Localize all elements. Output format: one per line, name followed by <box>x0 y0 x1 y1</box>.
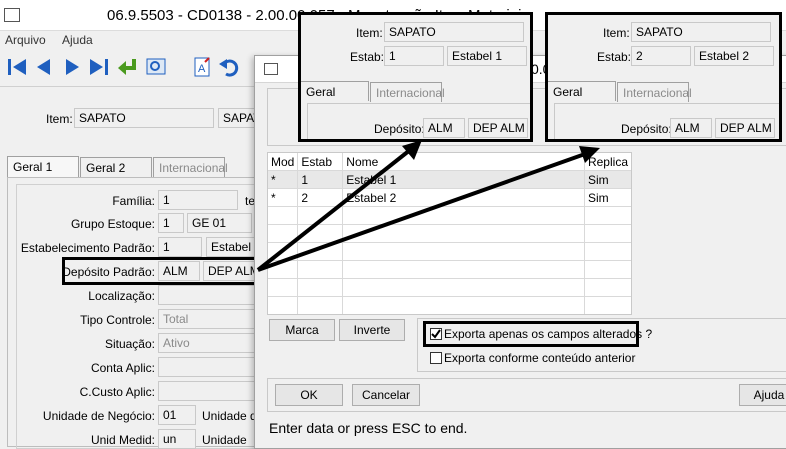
callout1-item-label: Item: <box>356 26 383 40</box>
ok-button[interactable]: OK <box>275 384 343 406</box>
button-bar-panel <box>267 378 786 412</box>
callout2-deposito-desc: DEP ALM <box>715 118 775 138</box>
grid-cell-nome: Estabel 1 <box>342 170 585 189</box>
item-value[interactable]: SAPATO <box>74 108 214 128</box>
conta-aplic-label: Conta Aplic: <box>90 361 155 375</box>
callout2-tab-geral: Geral <box>548 81 616 101</box>
callout2-estab-label: Estab: <box>597 50 632 64</box>
table-row[interactable]: * 1 Estabel 1 Sim <box>268 170 631 189</box>
callout2-estab-desc: Estabel 2 <box>694 46 774 66</box>
tab-geral-1[interactable]: Geral 1 <box>7 156 79 178</box>
grid-header-replica[interactable]: Replica <box>583 153 631 171</box>
return-icon[interactable] <box>116 56 140 78</box>
unidade-negocio-label: Unidade de Negócio: <box>42 409 155 423</box>
grid-header-mod[interactable]: Mod <box>268 153 299 171</box>
grid-cell-replica: Sim <box>583 170 631 189</box>
tipo-controle-field[interactable]: Total <box>158 309 258 329</box>
localizacao-label: Localização: <box>88 289 155 303</box>
inverte-button[interactable]: Inverte <box>339 319 405 341</box>
empty-row <box>268 278 631 297</box>
table-row[interactable]: * 2 Estabel 2 Sim <box>268 188 631 207</box>
grid-cell-estab: 1 <box>297 170 344 189</box>
empty-row <box>268 206 631 225</box>
next-record-icon[interactable] <box>62 56 82 78</box>
empty-row <box>268 224 631 243</box>
first-record-icon[interactable] <box>6 56 28 78</box>
conta-aplic-field[interactable] <box>158 357 258 377</box>
grupo-estoque-code[interactable]: 1 <box>158 213 184 233</box>
callout1-tab-internacional: Internacional <box>370 82 445 102</box>
familia-label: Família: <box>112 194 155 208</box>
callout1-deposito-label: Depósito: <box>374 122 425 136</box>
situacao-label: Situação: <box>104 337 155 351</box>
empty-row <box>268 242 631 261</box>
toolbar: A <box>0 52 260 82</box>
localizacao-field[interactable] <box>158 285 258 305</box>
export-altered-highlight-box <box>423 321 639 347</box>
situacao-field[interactable]: Ativo <box>158 333 258 353</box>
callout1-tab-geral: Geral <box>301 81 369 101</box>
empty-row <box>268 315 631 316</box>
unid-medida-field[interactable]: un <box>158 429 196 449</box>
familia-field[interactable]: 1 <box>158 190 238 210</box>
grid-header-estab[interactable]: Estab <box>297 153 344 171</box>
status-bar-text: Enter data or press ESC to end. <box>269 420 468 436</box>
ccusto-aplic-label: C.Custo Aplic: <box>79 385 155 399</box>
tipo-controle-label: Tipo Controle: <box>80 313 155 327</box>
ccusto-aplic-field[interactable] <box>158 381 258 401</box>
callout1-estab-label: Estab: <box>350 50 385 64</box>
tab-internacional[interactable]: Internacional <box>153 157 228 177</box>
undo-icon[interactable] <box>218 56 240 78</box>
item-label: Item: <box>46 112 73 126</box>
callout2-tab-internacional: Internacional <box>617 82 692 102</box>
callout2-estab-code: 2 <box>631 46 691 66</box>
callout1-estab-code: 1 <box>384 46 444 66</box>
grid-cell-mod: * <box>268 188 299 207</box>
callout1-deposito-desc: DEP ALM <box>468 118 528 138</box>
cancel-button[interactable]: Cancelar <box>352 384 420 406</box>
export-previous-label[interactable]: Exporta conforme conteúdo anterior <box>444 351 635 365</box>
svg-text:A: A <box>198 63 206 75</box>
callout2-item-value: SAPATO <box>631 22 771 42</box>
callout-estab-2: Item: SAPATO Estab: 2 Estabel 2 Geral In… <box>545 12 782 142</box>
grid-cell-nome: Estabel 2 <box>342 188 585 207</box>
grid-header-row: Mod Estab Nome Replica <box>268 153 631 171</box>
search-icon[interactable] <box>145 56 167 78</box>
marca-button[interactable]: Marca <box>269 319 335 341</box>
estab-padrao-label: Estabelecimento Padrão: <box>20 241 155 255</box>
unidade-negocio-field[interactable]: 01 <box>158 405 196 425</box>
callout2-deposito-label: Depósito: <box>621 122 672 136</box>
grupo-estoque-label: Grupo Estoque: <box>70 217 155 231</box>
grid-header-nome[interactable]: Nome <box>342 153 585 171</box>
menu-arquivo[interactable]: Arquivo <box>5 33 46 47</box>
estab-grid: Mod Estab Nome Replica * 1 Estabel 1 Sim… <box>267 152 632 315</box>
dialog-icon <box>264 63 278 75</box>
empty-row <box>268 260 631 279</box>
last-record-icon[interactable] <box>88 56 110 78</box>
empty-row <box>268 296 631 314</box>
callout2-item-label: Item: <box>603 26 630 40</box>
help-button[interactable]: Ajuda <box>739 384 786 406</box>
callout1-deposito-code: ALM <box>423 118 465 138</box>
callout1-estab-desc: Estabel 1 <box>447 46 527 66</box>
deposito-highlight-box <box>62 257 259 285</box>
tab-geral-2[interactable]: Geral 2 <box>80 157 152 177</box>
estab-padrao-code[interactable]: 1 <box>158 237 202 257</box>
prev-record-icon[interactable] <box>34 56 54 78</box>
export-previous-checkbox[interactable] <box>430 352 442 364</box>
app-icon <box>4 8 20 22</box>
edit-icon[interactable]: A <box>192 56 214 78</box>
callout1-item-value: SAPATO <box>384 22 524 42</box>
grid-cell-replica: Sim <box>583 188 631 207</box>
grid-cell-mod: * <box>268 170 299 189</box>
grupo-estoque-desc: GE 01 <box>187 213 252 233</box>
grid-cell-estab: 2 <box>297 188 344 207</box>
menu-ajuda[interactable]: Ajuda <box>62 33 93 47</box>
estab-padrao-desc: Estabel 1 <box>206 237 256 257</box>
callout-estab-1: Item: SAPATO Estab: 1 Estabel 1 Geral In… <box>298 12 533 142</box>
callout2-deposito-code: ALM <box>670 118 712 138</box>
